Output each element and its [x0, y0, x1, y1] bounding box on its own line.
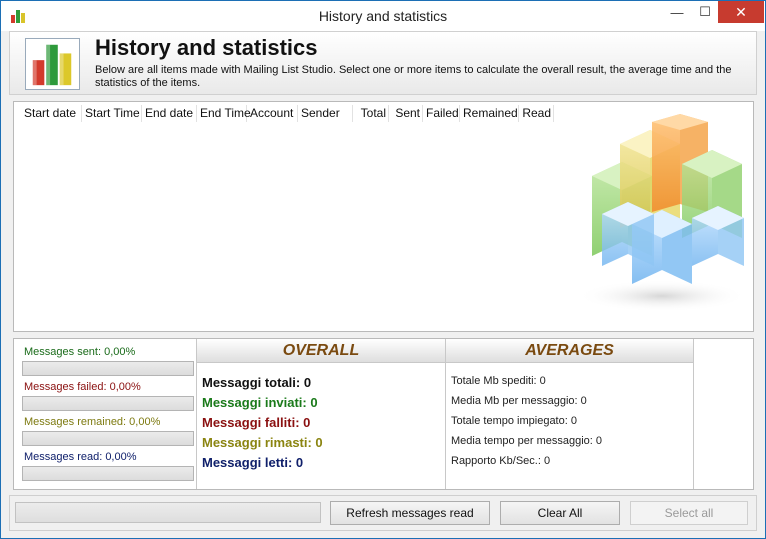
column-header-sender[interactable]: Sender — [298, 105, 353, 122]
messages-failed-progress-bar — [22, 396, 194, 411]
select-all-button[interactable]: Select all — [630, 501, 748, 525]
messages-sent-progress-bar — [22, 361, 194, 376]
totale-mb-spediti: Totale Mb spediti: 0 — [451, 375, 546, 387]
messages-failed-label: Messages failed: 0,00% — [24, 381, 141, 393]
media-mb-per-messaggio: Media Mb per messaggio: 0 — [451, 395, 587, 407]
column-header-read[interactable]: Read — [519, 105, 554, 122]
messages-remained-progress-bar — [22, 431, 194, 446]
media-tempo-per-messaggio: Media tempo per messaggio: 0 — [451, 435, 603, 447]
overall-section: OVERALL Messaggi totali: 0 Messaggi invi… — [196, 339, 445, 489]
status-progress-bar — [15, 502, 321, 523]
history-statistics-window: History and statistics — ☐ ✕ History and… — [0, 0, 766, 539]
overall-heading: OVERALL — [197, 339, 445, 363]
clear-all-button[interactable]: Clear All — [500, 501, 620, 525]
column-header-account[interactable]: Account — [247, 105, 298, 122]
column-header-end-time[interactable]: End Time — [197, 105, 251, 122]
column-header-total[interactable]: Total — [353, 105, 389, 122]
bar-chart-logo-icon — [25, 38, 80, 90]
messages-read-label: Messages read: 0,00% — [24, 451, 137, 463]
bottom-toolbar: Refresh messages read Clear All Select a… — [9, 495, 757, 531]
maximize-button[interactable]: ☐ — [692, 1, 718, 23]
history-table[interactable]: Start date Start Time End date End Time … — [13, 101, 754, 332]
column-header-remained[interactable]: Remained — [460, 105, 519, 122]
messages-sent-label: Messages sent: 0,00% — [24, 346, 136, 358]
title-bar[interactable]: History and statistics — ☐ ✕ — [1, 1, 765, 31]
refresh-messages-read-button[interactable]: Refresh messages read — [330, 501, 490, 525]
averages-section: AVERAGES Totale Mb spediti: 0 Media Mb p… — [445, 339, 694, 489]
messaggi-falliti: Messaggi falliti: 0 — [202, 415, 311, 430]
page-title: History and statistics — [95, 35, 318, 60]
table-header: Start date Start Time End date End Time … — [21, 105, 554, 122]
statistics-panel: Messages sent: 0,00% Messages failed: 0,… — [13, 338, 754, 490]
column-header-start-time[interactable]: Start Time — [82, 105, 142, 122]
totale-tempo-impiegato: Totale tempo impiegato: 0 — [451, 415, 577, 427]
page-description: Below are all items made with Mailing Li… — [95, 64, 732, 89]
minimize-button[interactable]: — — [664, 1, 690, 23]
messaggi-inviati: Messaggi inviati: 0 — [202, 395, 318, 410]
window-title: History and statistics — [318, 8, 448, 24]
progress-bars: Messages sent: 0,00% Messages failed: 0,… — [19, 341, 195, 485]
rapporto-kb-sec: Rapporto Kb/Sec.: 0 — [451, 455, 551, 467]
header-banner: History and statistics Below are all ite… — [9, 31, 757, 95]
messages-read-progress-bar — [22, 466, 194, 481]
messaggi-totali: Messaggi totali: 0 — [202, 375, 312, 390]
averages-heading: AVERAGES — [446, 339, 693, 363]
messaggi-rimasti: Messaggi rimasti: 0 — [202, 435, 323, 450]
column-header-failed[interactable]: Failed — [423, 105, 460, 122]
messages-remained-label: Messages remained: 0,00% — [24, 416, 161, 428]
column-header-end-date[interactable]: End date — [142, 105, 197, 122]
statistics-cubes-illustration — [577, 114, 747, 312]
messaggi-letti: Messaggi letti: 0 — [202, 455, 304, 470]
column-header-start-date[interactable]: Start date — [21, 105, 82, 122]
close-button[interactable]: ✕ — [718, 1, 764, 23]
column-header-sent[interactable]: Sent — [389, 105, 423, 122]
